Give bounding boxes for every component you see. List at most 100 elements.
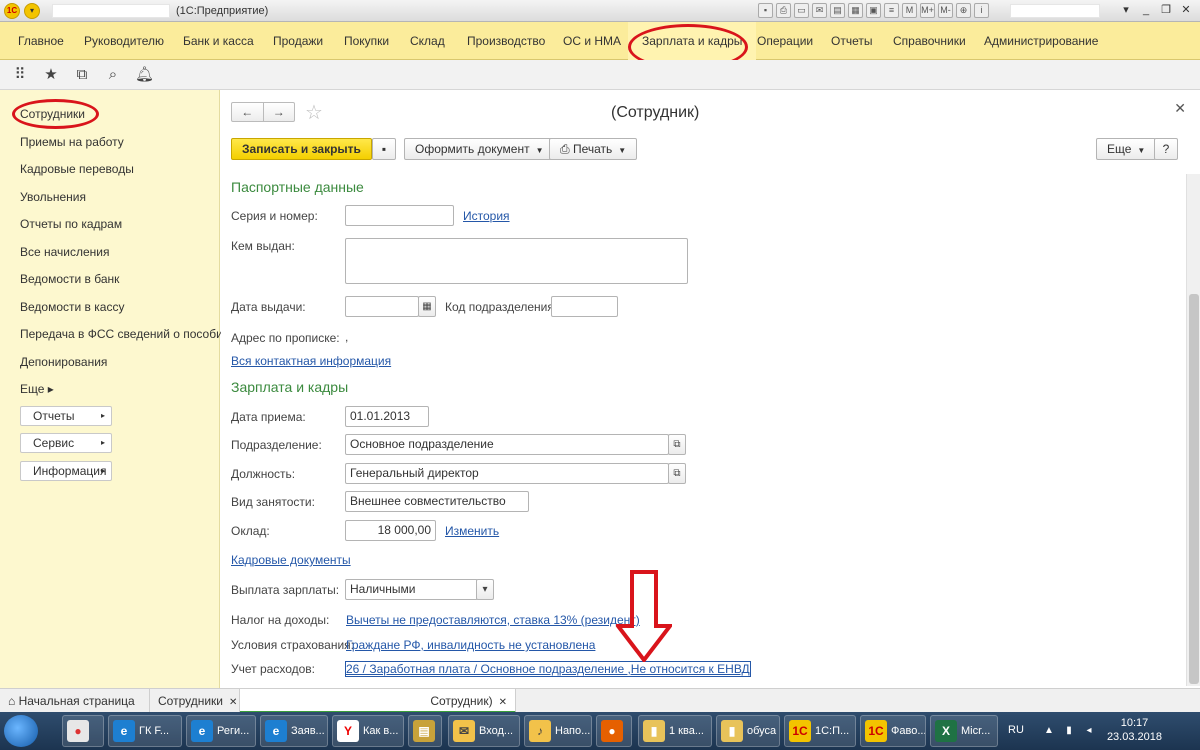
nav-deposits[interactable]: Депонирования	[20, 355, 107, 369]
nav-bank-statements[interactable]: Ведомости в банк	[20, 272, 119, 286]
print-button[interactable]: ⎙ Печать ▼	[549, 138, 638, 160]
bell-icon[interactable]: 🔔︎	[135, 66, 154, 84]
volume-icon[interactable]: ◂	[1082, 724, 1096, 738]
section-assets[interactable]: ОС и НМА	[563, 22, 621, 60]
vertical-scrollbar[interactable]	[1186, 174, 1200, 686]
nav-more[interactable]: Еще ▸	[20, 382, 54, 396]
tab-home-page[interactable]: ⌂ Начальная страница	[0, 689, 150, 713]
taskbar-folder-1[interactable]: ▮ 1 ква...	[638, 715, 712, 747]
nav-reports-button[interactable]: Отчеты ▸	[20, 406, 112, 426]
info-dropdown-icon[interactable]: ▾	[1118, 3, 1134, 18]
employment-type-field[interactable]: Внешнее совместительство	[345, 491, 529, 512]
scrollbar-thumb[interactable]	[1189, 294, 1199, 684]
taskbar-ie-2[interactable]: e Реги...	[186, 715, 256, 747]
calculator-icon[interactable]: ▣	[866, 3, 881, 18]
search-icon[interactable]: ⌕	[104, 66, 122, 84]
network-icon[interactable]: ▮	[1062, 724, 1076, 738]
nav-cash-statements[interactable]: Ведомости в кассу	[20, 300, 124, 314]
save-and-close-button[interactable]: Записать и закрыть	[231, 138, 372, 160]
nav-service-button[interactable]: Сервис ▸	[20, 433, 112, 453]
nav-dismissals[interactable]: Увольнения	[20, 190, 86, 204]
close-form-icon[interactable]: ✕	[1174, 100, 1186, 117]
preview-icon[interactable]: ▭	[794, 3, 809, 18]
save-icon[interactable]: ▪	[758, 3, 773, 18]
dropdown-arrow-icon[interactable]: ▾	[476, 579, 494, 600]
nav-hr-reports[interactable]: Отчеты по кадрам	[20, 217, 122, 231]
tax-link[interactable]: Вычеты не предоставляются, ставка 13% (р…	[346, 613, 640, 627]
m-plus-icon[interactable]: M+	[920, 3, 935, 18]
info-icon[interactable]: i	[974, 3, 989, 18]
taskbar-archive[interactable]: ▤	[408, 715, 442, 747]
help-button[interactable]: ?	[1154, 138, 1178, 160]
save-icon[interactable]: ▪	[372, 138, 396, 160]
history-link[interactable]: История	[463, 209, 510, 223]
create-document-button[interactable]: Оформить документ ▼	[404, 138, 555, 160]
close-window-icon[interactable]: ✕	[1178, 3, 1194, 18]
calendar-icon[interactable]: ▦	[418, 296, 436, 317]
taskbar-folder-2[interactable]: ▮ обуса	[716, 715, 780, 747]
history-icon[interactable]: ⧉	[73, 66, 91, 84]
section-directories[interactable]: Справочники	[893, 22, 966, 60]
taskbar-mail[interactable]: ✉ Вход...	[448, 715, 520, 747]
section-bank[interactable]: Банк и касса	[183, 22, 254, 60]
issued-by-field[interactable]	[345, 238, 688, 284]
system-clock[interactable]: 10:17 23.03.2018	[1107, 716, 1162, 744]
back-arrow-icon[interactable]: ←	[232, 103, 264, 121]
taskbar-firefox[interactable]: ●	[596, 715, 632, 747]
contact-info-link[interactable]: Вся контактная информация	[231, 354, 391, 368]
hire-date-field[interactable]: 01.01.2013	[345, 406, 429, 427]
payment-method-select[interactable]: Наличными	[345, 579, 478, 600]
print-icon[interactable]: ⎙	[776, 3, 791, 18]
apps-grid-icon[interactable]: ⠿	[11, 66, 29, 84]
calendar-icon[interactable]: ▦	[848, 3, 863, 18]
zoom-icon[interactable]: ⊕	[956, 3, 971, 18]
m-minus-icon[interactable]: M-	[938, 3, 953, 18]
insurance-link[interactable]: Граждане РФ, инвалидность не установлена	[346, 638, 595, 652]
taskbar-1c-2[interactable]: 1С Фаво...	[860, 715, 926, 747]
expenses-link[interactable]: 26 / Заработная плата / Основное подразд…	[345, 661, 751, 677]
app-logo-icon[interactable]: 1C	[4, 3, 20, 19]
m-icon[interactable]: M	[902, 3, 917, 18]
nav-hirings[interactable]: Приемы на работу	[20, 135, 124, 149]
series-number-field[interactable]	[345, 205, 454, 226]
section-operations[interactable]: Операции	[757, 22, 813, 60]
hr-documents-link[interactable]: Кадровые документы	[231, 553, 351, 567]
clipboard-icon[interactable]: ▤	[830, 3, 845, 18]
nav-transfers[interactable]: Кадровые переводы	[20, 162, 134, 176]
section-administration[interactable]: Администрирование	[984, 22, 1098, 60]
close-tab-icon[interactable]: ✕	[229, 697, 237, 708]
more-button[interactable]: Еще ▼	[1096, 138, 1157, 160]
taskbar-ie-3[interactable]: e Заяв...	[260, 715, 328, 747]
section-main[interactable]: Главное	[18, 22, 64, 60]
mail-icon[interactable]: ✉	[812, 3, 827, 18]
list-icon[interactable]: ≡	[884, 3, 899, 18]
position-field[interactable]: Генеральный директор	[345, 463, 669, 484]
section-sales[interactable]: Продажи	[273, 22, 323, 60]
start-button-icon[interactable]	[4, 715, 38, 747]
section-reports[interactable]: Отчеты	[831, 22, 872, 60]
taskbar-chrome[interactable]: ●	[62, 715, 104, 747]
taskbar-yandex[interactable]: Y Как в...	[332, 715, 404, 747]
dept-code-field[interactable]	[551, 296, 618, 317]
language-indicator[interactable]: RU	[1008, 724, 1024, 736]
tray-up-arrow-icon[interactable]: ▲	[1042, 724, 1056, 738]
minimize-icon[interactable]: _	[1138, 3, 1154, 18]
taskbar-reminder[interactable]: ♪ Напо...	[524, 715, 592, 747]
issue-date-field[interactable]	[345, 296, 419, 317]
taskbar-1c-1[interactable]: 1С 1С:П...	[784, 715, 856, 747]
add-favorite-star-icon[interactable]: ☆	[305, 100, 323, 125]
tab-employees[interactable]: Сотрудники ✕	[150, 689, 240, 713]
salary-amount-field[interactable]: 18 000,00	[345, 520, 436, 541]
nav-employees[interactable]: Сотрудники	[20, 107, 85, 121]
open-position-icon[interactable]: ⧉	[668, 463, 686, 484]
open-department-icon[interactable]: ⧉	[668, 434, 686, 455]
section-purchases[interactable]: Покупки	[344, 22, 389, 60]
tab-employee[interactable]: Сотрудник) ✕	[240, 689, 516, 713]
restore-icon[interactable]: ❐	[1158, 3, 1174, 18]
section-salary-hr[interactable]: Зарплата и кадры	[628, 22, 757, 60]
section-production[interactable]: Производство	[467, 22, 545, 60]
nav-info-button[interactable]: Информация ▸	[20, 461, 112, 481]
nav-all-accruals[interactable]: Все начисления	[20, 245, 110, 259]
change-salary-link[interactable]: Изменить	[445, 524, 499, 538]
nav-fss-transfer[interactable]: Передача в ФСС сведений о пособиях	[20, 327, 235, 341]
